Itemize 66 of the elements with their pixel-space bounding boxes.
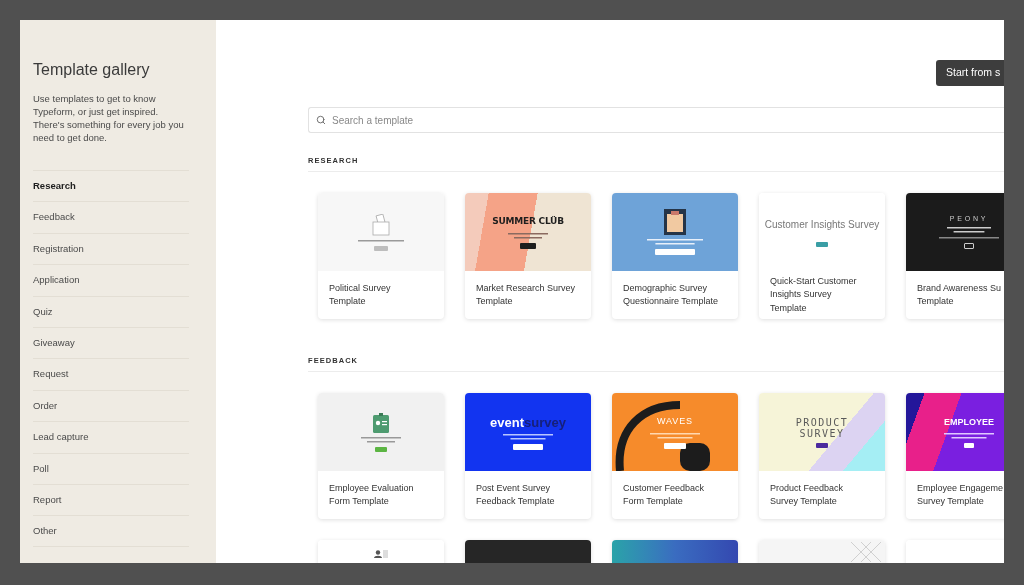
category-link[interactable]: Feedback [33, 210, 75, 225]
category-link[interactable]: Request [33, 367, 69, 382]
mini-button-icon [375, 446, 387, 452]
text-lines-drawing [944, 433, 994, 440]
clipboard-icon [664, 209, 686, 235]
mini-button-icon [664, 442, 686, 449]
text-lines-drawing [361, 436, 401, 443]
template-card[interactable]: Demographic Survey Questionnaire Template [612, 193, 738, 319]
preview-headline: eventsurvey [490, 414, 566, 430]
template-title: Demographic Survey Questionnaire Template [623, 281, 718, 308]
preview-headline: WAVES [657, 415, 693, 429]
template-card[interactable]: Employee Evaluation Form Template [318, 393, 444, 519]
template-title: Quick-Start Customer Insights Survey Template [770, 274, 857, 315]
template-card[interactable]: Political Survey Template [318, 193, 444, 319]
grid-pattern-drawing [851, 542, 881, 562]
sidebar-title: Template gallery [33, 60, 151, 80]
text-lines-drawing [650, 432, 700, 439]
category-link[interactable]: Registration [33, 241, 84, 257]
template-title: Employee Evaluation Form Template [329, 481, 414, 508]
template-title: Political Survey Template [329, 281, 391, 308]
text-lines-drawing [939, 237, 999, 239]
template-title: Post Event Survey Feedback Template [476, 481, 555, 508]
mini-button-icon [655, 249, 695, 255]
category-link[interactable]: Other [33, 523, 57, 539]
template-card[interactable]: Customer Insights Survey Quick-Start Customer Insights Survey Template [759, 193, 885, 319]
category-link[interactable]: Report [33, 492, 62, 508]
category-link[interactable]: Poll [33, 461, 49, 476]
category-link[interactable]: Giveaway [33, 336, 75, 351]
person-icon [374, 550, 388, 558]
template-title: Customer Feedback Form Template [623, 481, 705, 508]
category-link[interactable]: Order [33, 398, 58, 414]
template-card[interactable]: WAVES Customer Feedback Form Template [612, 393, 738, 519]
template-card[interactable]: PRODUCT SURVEY Product Feedback Survey Template [759, 393, 885, 519]
template-title: Employee Engageme Survey Template [917, 481, 1004, 508]
preview-headline: SUMMER CLÜB [492, 215, 564, 229]
category-link[interactable]: Research [33, 179, 76, 194]
preview-headline: Customer Insights Survey [764, 218, 880, 232]
category-link[interactable]: Quiz [33, 304, 53, 319]
preview-headline: PRODUCT SURVEY [795, 416, 849, 439]
text-lines-drawing [647, 239, 703, 245]
search-icon [316, 115, 326, 125]
text-lines-drawing [503, 433, 553, 440]
category-link[interactable]: Application [33, 273, 80, 288]
search-field[interactable]: Search a template [308, 107, 1004, 133]
template-title: Product Feedback Survey Template [770, 481, 844, 508]
mini-button-icon [374, 245, 388, 251]
template-title: Market Research Survey Template [476, 281, 576, 308]
category-link[interactable]: Lead capture [33, 430, 89, 445]
sidebar-description: Use templates to get to know Typeform, or just get inspired. There's something for every job you need to get done. [33, 92, 185, 144]
id-badge-icon [373, 412, 389, 433]
ballot-box-icon [372, 213, 390, 236]
text-lines-drawing [508, 232, 548, 239]
template-card[interactable]: EMPLOYEE Employee Engageme Survey Template [906, 393, 1004, 519]
mini-button-icon [513, 443, 543, 450]
template-card[interactable]: SUMMER CLÜB Market Research Survey Template [465, 193, 591, 319]
text-lines-drawing [947, 227, 991, 233]
mini-button-icon [964, 443, 974, 449]
start-from-scratch-button[interactable]: Start from s [936, 60, 1004, 86]
mini-button-icon [964, 243, 974, 249]
mini-button-icon [816, 442, 828, 448]
preview-headline: EMPLOYEE [944, 415, 994, 429]
template-card[interactable]: eventsurvey Post Event Survey Feedback Template [465, 393, 591, 519]
text-lines-drawing [358, 239, 404, 242]
mini-button-icon [816, 242, 828, 247]
template-title: Brand Awareness Su Template [917, 281, 1001, 308]
mini-button-icon [520, 242, 536, 249]
